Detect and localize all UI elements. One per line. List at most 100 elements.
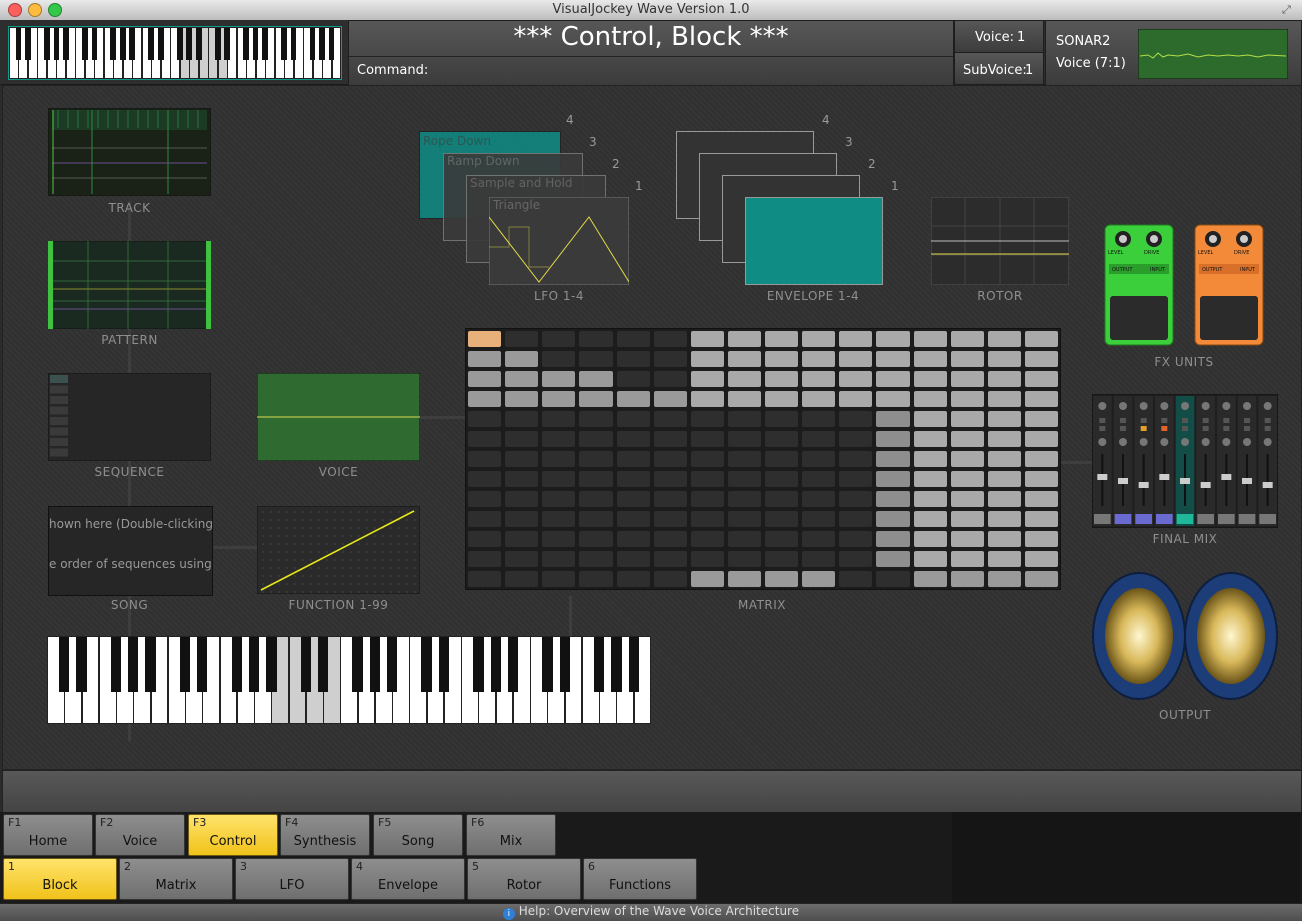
envelope-card-1[interactable]	[745, 197, 883, 285]
matrix-cell[interactable]	[653, 491, 687, 507]
tab-voice[interactable]: F2 Voice	[95, 814, 185, 856]
matrix-cell[interactable]	[1024, 351, 1058, 367]
matrix-cell[interactable]	[653, 431, 687, 447]
matrix-cell[interactable]	[950, 371, 984, 387]
tab-song[interactable]: F5 Song	[373, 814, 463, 856]
subtab-rotor[interactable]: 5 Rotor	[467, 858, 581, 900]
sequence-row[interactable]	[50, 438, 68, 446]
voice-panel[interactable]	[257, 373, 420, 461]
matrix-cell[interactable]	[653, 411, 687, 427]
piano-black-key[interactable]	[309, 28, 316, 61]
piano-black-key[interactable]	[421, 637, 432, 692]
matrix-cell[interactable]	[987, 551, 1021, 567]
matrix-cell[interactable]	[913, 471, 947, 487]
matrix-cell[interactable]	[690, 571, 724, 587]
matrix-cell[interactable]	[876, 511, 910, 527]
matrix-cell[interactable]	[876, 451, 910, 467]
piano-black-key[interactable]	[542, 637, 553, 692]
matrix-cell[interactable]	[987, 451, 1021, 467]
matrix-cell[interactable]	[802, 571, 836, 587]
matrix-cell[interactable]	[839, 371, 873, 387]
mixer-channel-strip[interactable]	[1217, 396, 1236, 526]
matrix-cell[interactable]	[950, 531, 984, 547]
matrix-cell[interactable]	[579, 531, 613, 547]
piano-black-key[interactable]	[145, 637, 156, 692]
sequence-row[interactable]	[50, 427, 68, 436]
matrix-cell[interactable]	[987, 571, 1021, 587]
fx-pedal-orange[interactable]	[1194, 224, 1264, 346]
piano-black-key[interactable]	[179, 637, 191, 692]
matrix-cell[interactable]	[950, 351, 984, 367]
tab-synthesis[interactable]: F4 Synthesis	[280, 814, 370, 856]
matrix-cell[interactable]	[653, 391, 687, 407]
piano-black-key[interactable]	[15, 28, 22, 61]
matrix-cell[interactable]	[542, 451, 576, 467]
matrix-cell[interactable]	[1024, 531, 1058, 547]
matrix-cell[interactable]	[876, 331, 910, 347]
matrix-cell[interactable]	[505, 531, 539, 547]
matrix-cell[interactable]	[579, 451, 613, 467]
piano-black-key[interactable]	[369, 637, 381, 692]
matrix-cell[interactable]	[579, 491, 613, 507]
tab-control[interactable]: F3 Control	[188, 814, 278, 856]
piano-black-key[interactable]	[262, 28, 268, 61]
matrix-cell[interactable]	[616, 411, 650, 427]
matrix-cell[interactable]	[505, 431, 539, 447]
matrix-cell[interactable]	[913, 391, 947, 407]
matrix-cell[interactable]	[1024, 331, 1058, 347]
matrix-cell[interactable]	[690, 371, 724, 387]
matrix-cell[interactable]	[765, 431, 799, 447]
track-panel[interactable]	[48, 108, 211, 196]
matrix-cell[interactable]	[876, 411, 910, 427]
sequence-row[interactable]	[50, 417, 68, 425]
matrix-cell[interactable]	[876, 431, 910, 447]
matrix-cell[interactable]	[653, 351, 687, 367]
matrix-cell[interactable]	[950, 571, 984, 587]
matrix-cell[interactable]	[950, 451, 984, 467]
piano-black-key[interactable]	[231, 637, 242, 692]
matrix-cell[interactable]	[802, 511, 836, 527]
matrix-cell[interactable]	[913, 371, 947, 387]
matrix-cell[interactable]	[876, 371, 910, 387]
piano-black-key[interactable]	[594, 637, 605, 692]
voice-box[interactable]: Voice: 1	[954, 20, 1044, 53]
subtab-functions[interactable]: 6 Functions	[583, 858, 697, 900]
piano-black-key[interactable]	[281, 28, 287, 61]
subtab-block[interactable]: 1 Block	[3, 858, 117, 900]
matrix-cell[interactable]	[579, 331, 613, 347]
pattern-panel[interactable]	[48, 241, 211, 329]
matrix-cell[interactable]	[913, 351, 947, 367]
matrix-cell[interactable]	[690, 531, 724, 547]
mixer-channel-strip[interactable]	[1093, 396, 1112, 526]
matrix-cell[interactable]	[987, 511, 1021, 527]
matrix-cell[interactable]	[542, 551, 576, 567]
piano-black-key[interactable]	[197, 637, 208, 692]
matrix-cell[interactable]	[690, 511, 724, 527]
piano-black-key[interactable]	[224, 28, 230, 61]
piano-black-key[interactable]	[438, 637, 450, 692]
matrix-cell[interactable]	[579, 411, 613, 427]
matrix-cell[interactable]	[987, 531, 1021, 547]
piano-keyboard[interactable]	[47, 636, 651, 724]
matrix-cell[interactable]	[505, 511, 539, 527]
matrix-cell[interactable]	[505, 351, 539, 367]
matrix-cell[interactable]	[1024, 511, 1058, 527]
mixer-channel-strip[interactable]	[1258, 396, 1277, 526]
matrix-cell[interactable]	[876, 351, 910, 367]
matrix-cell[interactable]	[876, 491, 910, 507]
matrix-cell[interactable]	[468, 571, 502, 587]
matrix-cell[interactable]	[802, 431, 836, 447]
matrix-cell[interactable]	[765, 511, 799, 527]
matrix-cell[interactable]	[913, 551, 947, 567]
matrix-cell[interactable]	[727, 511, 761, 527]
piano-black-key[interactable]	[248, 637, 260, 692]
matrix-cell[interactable]	[690, 471, 724, 487]
matrix-cell[interactable]	[690, 451, 724, 467]
matrix-cell[interactable]	[802, 331, 836, 347]
matrix-cell[interactable]	[913, 411, 947, 427]
piano-black-key[interactable]	[53, 28, 60, 61]
sequence-row[interactable]	[50, 375, 68, 383]
matrix-cell[interactable]	[690, 491, 724, 507]
piano-black-key[interactable]	[319, 28, 325, 61]
matrix-cell[interactable]	[727, 411, 761, 427]
